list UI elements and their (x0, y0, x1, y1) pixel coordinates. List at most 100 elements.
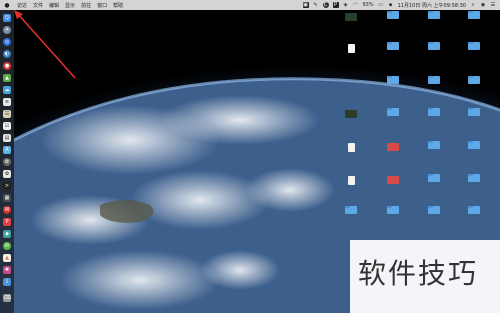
desktop-item[interactable] (467, 141, 481, 153)
menu-bar: ● 访达 文件 编辑 显示 前往 窗口 帮助 ▣ ✎ C P ◈ ◠ 93% ▭… (0, 0, 500, 10)
preview-icon[interactable]: ▤ (3, 134, 11, 142)
desktop-item[interactable] (467, 42, 481, 54)
folder-icon (387, 108, 399, 116)
folder-icon (468, 11, 480, 19)
activity-icon[interactable]: ▦ (3, 194, 11, 202)
desktop-item[interactable] (467, 174, 481, 186)
document-icon (347, 44, 355, 53)
desktop-item[interactable] (386, 108, 400, 120)
dropbox-icon[interactable]: ◈ (343, 2, 349, 8)
safari-icon[interactable]: ◎ (3, 38, 11, 46)
folder-icon (428, 42, 440, 50)
image-file-icon (345, 110, 357, 118)
appstore-icon[interactable]: A (3, 146, 11, 154)
red-app-icon[interactable]: ● (3, 62, 11, 70)
desktop-item[interactable] (427, 11, 441, 23)
desktop-item[interactable] (386, 42, 400, 54)
launchpad-icon[interactable]: ✈ (3, 26, 11, 34)
document-icon (347, 176, 355, 185)
desktop-item[interactable] (386, 206, 400, 218)
c-icon[interactable]: C (322, 2, 329, 8)
folder-icon (428, 174, 440, 182)
document-icon (347, 143, 355, 152)
menu-finder[interactable]: 访达 (17, 2, 27, 9)
folder-icon (387, 11, 399, 19)
photos-icon[interactable]: ✿ (3, 170, 11, 178)
desktop-item[interactable] (386, 176, 400, 186)
downloads-icon[interactable]: ⇩ (3, 278, 11, 286)
battery-icon[interactable]: ▭ (378, 2, 384, 8)
menu-view[interactable]: 显示 (65, 2, 75, 9)
desktop-item[interactable] (467, 11, 481, 23)
menu-file[interactable]: 文件 (33, 2, 43, 9)
folder-icon (468, 206, 480, 214)
folder-icon (428, 108, 440, 116)
desktop-item[interactable] (467, 206, 481, 218)
pen-icon[interactable]: ✎ (313, 2, 319, 8)
desktop-item[interactable] (427, 141, 441, 153)
siri-icon[interactable]: ◉ (480, 2, 486, 8)
folder-icon (387, 76, 399, 84)
desktop-item[interactable] (344, 110, 358, 120)
p-icon[interactable]: P (332, 2, 339, 8)
desktop-item[interactable] (344, 13, 358, 23)
desktop-item[interactable] (467, 108, 481, 120)
folder-icon (387, 42, 399, 50)
dock: ☺ ✈ ◎ ◐ ● ▲ ☁ ≡ ☷ ☑ ▤ A ⚙ ✿ > ▦ W P ◆ ✉ … (0, 10, 14, 313)
desktop-item[interactable] (427, 206, 441, 218)
wifi-icon[interactable]: ◠ (353, 2, 359, 8)
menu-window[interactable]: 窗口 (97, 2, 107, 9)
folder-icon (387, 206, 399, 214)
teal-app-icon[interactable]: ◆ (3, 230, 11, 238)
desktop-item[interactable] (344, 206, 358, 218)
desktop-item[interactable] (344, 44, 358, 54)
desktop-item[interactable] (344, 176, 358, 186)
folder-icon (345, 206, 357, 214)
red-file-icon (387, 176, 399, 184)
control-icon[interactable]: ☰ (490, 2, 496, 8)
tools-icon[interactable]: ✱ (3, 266, 11, 274)
menubar-clock[interactable]: 11月10日 周六 上午09:58:30 (398, 2, 466, 9)
folder-icon (428, 76, 440, 84)
finder-icon[interactable]: ☺ (3, 14, 11, 22)
trash-icon[interactable]: ⌫ (3, 294, 11, 302)
android-icon[interactable]: ▲ (3, 74, 11, 82)
folder-icon (468, 76, 480, 84)
battery-percent: 93% (362, 2, 374, 8)
desktop-item[interactable] (467, 76, 481, 88)
desktop-item[interactable] (386, 11, 400, 23)
contacts-icon[interactable]: ☷ (3, 110, 11, 118)
desktop-item[interactable] (344, 143, 358, 153)
image-file-icon (345, 13, 357, 21)
status-area: ▣ ✎ C P ◈ ◠ 93% ▭ ▪ 11月10日 周六 上午09:58:30… (302, 2, 500, 9)
vlc-icon[interactable]: ▲ (3, 254, 11, 262)
settings-icon[interactable]: ⚙ (3, 158, 11, 166)
menu-go[interactable]: 前往 (81, 2, 91, 9)
wps-icon[interactable]: W (3, 206, 11, 214)
reminders-icon[interactable]: ☑ (3, 122, 11, 130)
desktop-item[interactable] (427, 108, 441, 120)
folder-icon (468, 42, 480, 50)
folder-icon (428, 206, 440, 214)
desktop-item[interactable] (427, 174, 441, 186)
desktop-item[interactable] (386, 143, 400, 153)
desktop-item[interactable] (427, 42, 441, 54)
desktop-item[interactable] (386, 76, 400, 88)
menu-edit[interactable]: 编辑 (49, 2, 59, 9)
menu-help[interactable]: 帮助 (113, 2, 123, 9)
folder-icon (428, 141, 440, 149)
folder-icon (468, 108, 480, 116)
desktop-item[interactable] (427, 76, 441, 88)
terminal-icon[interactable]: > (3, 182, 11, 190)
browser-icon[interactable]: ◐ (3, 50, 11, 58)
folder-icon (468, 141, 480, 149)
search-icon[interactable]: ⌕ (470, 2, 476, 8)
notes-icon[interactable]: ≡ (3, 98, 11, 106)
wechat-icon[interactable]: ✉ (3, 242, 11, 250)
apple-icon[interactable]: ● (3, 2, 11, 9)
watermark: 软件技巧 (350, 240, 500, 313)
cloud-app-icon[interactable]: ☁ (3, 86, 11, 94)
flag-icon[interactable]: ▪ (388, 2, 394, 8)
screen-icon[interactable]: ▣ (302, 2, 309, 8)
office-icon[interactable]: P (3, 218, 11, 226)
